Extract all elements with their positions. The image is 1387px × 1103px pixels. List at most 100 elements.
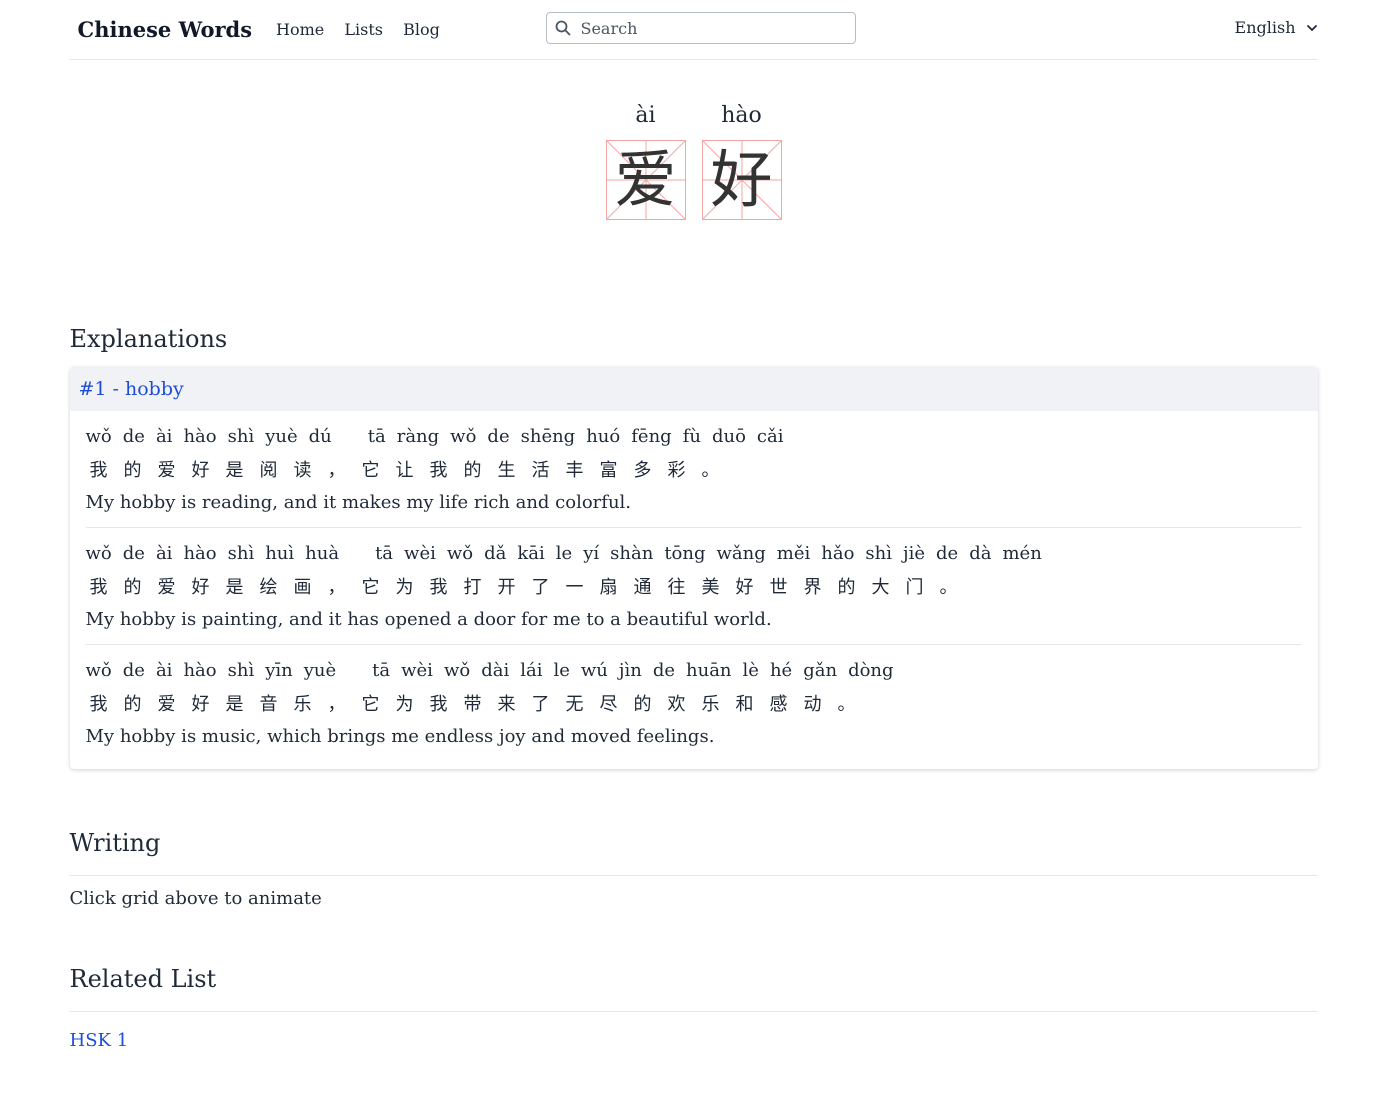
pinyin-syllable: huān xyxy=(686,659,732,681)
pinyin-syllable: de xyxy=(487,425,510,447)
character-grid[interactable]: 爱 xyxy=(605,140,686,220)
word-display: ài 爱 hào 好 xyxy=(70,100,1318,220)
example-translation: My hobby is reading, and it makes my lif… xyxy=(85,492,632,513)
pinyin-syllable: gǎn xyxy=(803,659,838,681)
meaning-heading[interactable]: #1 - hobby xyxy=(79,378,184,400)
chinese-character: 富 xyxy=(599,460,618,481)
character-grid[interactable]: 好 xyxy=(701,140,782,220)
pinyin-syllable: huà xyxy=(305,542,340,564)
pinyin-syllable: ràng xyxy=(396,425,440,447)
chinese-character: 。 xyxy=(939,577,958,598)
pinyin-syllable: wǒ xyxy=(446,542,474,564)
pinyin-syllable: de xyxy=(936,542,959,564)
search-input[interactable] xyxy=(578,17,853,39)
chinese-character: 是 xyxy=(225,577,244,598)
chinese-character: 往 xyxy=(667,577,686,598)
pinyin-syllable: dòng xyxy=(848,659,894,681)
pinyin-syllable: dà xyxy=(969,542,992,564)
chinese-character: 我 xyxy=(429,577,448,598)
pinyin-syllable: tā xyxy=(375,542,394,564)
brand-logo[interactable]: Chinese Words xyxy=(78,17,253,42)
chinese-character: 让 xyxy=(395,460,414,481)
chinese-character: 打 xyxy=(463,577,482,598)
pinyin-syllable: ài xyxy=(155,659,173,681)
pinyin-syllable: jiè xyxy=(903,542,926,564)
chinese-character: 阅 xyxy=(259,460,278,481)
chinese-character: ， xyxy=(327,694,346,715)
pinyin-syllable: wèi xyxy=(404,542,436,564)
example-sentence: wǒ de ài hào shì yīn yuè tā wèi wǒ dài lái le wú jìn de… xyxy=(86,645,1302,761)
chinese-character: 是 xyxy=(225,694,244,715)
writing-heading: Writing xyxy=(69,829,1318,876)
chinese-character: 的 xyxy=(123,460,142,481)
pinyin-syllable: de xyxy=(652,659,676,681)
chinese-character: 我 xyxy=(429,460,448,481)
pinyin-syllable: měi xyxy=(776,542,811,564)
pinyin-syllable: shì xyxy=(227,425,255,447)
chinese-character: 和 xyxy=(735,694,754,715)
chinese-character: 的 xyxy=(123,577,142,598)
pinyin-syllable: wǒ xyxy=(443,659,471,681)
pinyin-syllable: le xyxy=(553,659,570,681)
nav-home[interactable]: Home xyxy=(276,20,324,39)
chinese-character: 欢 xyxy=(667,694,686,715)
pinyin-syllable: dài xyxy=(481,659,510,681)
example-chinese: 我的爱好是阅读，它让我的生活丰富多彩。 xyxy=(90,451,1302,487)
page: Chinese Words Home Lists Blog English ài xyxy=(69,0,1318,1051)
chinese-character: 了 xyxy=(531,694,550,715)
search-box[interactable] xyxy=(545,12,856,44)
chinese-character: 为 xyxy=(395,694,414,715)
hanzi-character: 爱 xyxy=(614,143,677,216)
language-select[interactable]: English xyxy=(1235,18,1318,37)
pinyin-syllable: tā xyxy=(372,659,391,681)
chinese-character: 它 xyxy=(361,577,380,598)
pinyin-syllable: huì xyxy=(265,542,295,564)
example-list: wǒ de ài hào shì yuè dú tā ràng wǒ de shēng huó fēng f… xyxy=(70,411,1318,769)
chinese-character: 无 xyxy=(565,694,584,715)
nav-blog[interactable]: Blog xyxy=(403,20,440,39)
chinese-character: ， xyxy=(327,577,346,598)
chinese-character: 爱 xyxy=(157,694,176,715)
pinyin-syllable: hào xyxy=(183,425,217,447)
example-chinese: 我的爱好是绘画，它为我打开了一扇通往美好世界的大门。 xyxy=(90,568,1302,604)
pinyin-syllable: hǎo xyxy=(821,542,855,564)
character-column: ài 爱 xyxy=(605,100,686,220)
chinese-character: 的 xyxy=(633,694,652,715)
chinese-character: 我 xyxy=(89,460,108,481)
pinyin-syllable: wèi xyxy=(401,659,433,681)
chinese-character: 读 xyxy=(293,460,312,481)
nav-lists[interactable]: Lists xyxy=(344,20,383,39)
pinyin-syllable: cǎi xyxy=(756,425,784,447)
related-list-link-hsk1[interactable]: HSK 1 xyxy=(70,1030,129,1051)
chinese-character: 一 xyxy=(565,577,584,598)
pinyin-syllable: shàn xyxy=(610,542,654,564)
chinese-character: 了 xyxy=(531,577,550,598)
pinyin-syllable: yuè xyxy=(265,425,298,447)
chinese-character: 画 xyxy=(293,577,312,598)
chinese-character: 好 xyxy=(191,694,210,715)
example-pinyin: wǒ de ài hào shì huì huà tā wèi wǒ dǎ kāi le yí shàn tō… xyxy=(86,538,1302,568)
pinyin-syllable: kāi xyxy=(517,542,545,564)
chinese-character: 生 xyxy=(497,460,516,481)
example-sentence: wǒ de ài hào shì yuè dú tā ràng wǒ de shēng huó fēng f… xyxy=(85,411,1302,528)
chinese-character: 。 xyxy=(701,460,720,481)
pinyin-syllable: mén xyxy=(1002,542,1042,564)
chinese-character: 门 xyxy=(905,577,924,598)
pinyin-syllable: dú xyxy=(308,425,332,447)
pinyin-syllable: wǎng xyxy=(716,542,766,564)
pinyin-syllable: de xyxy=(122,425,145,447)
example-translation: My hobby is painting, and it has opened … xyxy=(85,609,772,630)
chinese-character: 为 xyxy=(395,577,414,598)
pinyin-syllable: wǒ xyxy=(450,425,477,447)
chinese-character: 尽 xyxy=(599,694,618,715)
chinese-character: 丰 xyxy=(565,460,584,481)
chinese-character: 扇 xyxy=(599,577,618,598)
chinese-character: 乐 xyxy=(701,694,720,715)
pinyin-syllable: shì xyxy=(865,542,893,564)
pinyin-syllable: yuè xyxy=(303,659,337,681)
chinese-character: 彩 xyxy=(667,460,686,481)
chinese-character: 是 xyxy=(225,460,244,481)
chinese-character: 大 xyxy=(871,577,890,598)
explanation-card-header: #1 - hobby xyxy=(69,367,1318,411)
pinyin-label: ài xyxy=(635,103,656,128)
